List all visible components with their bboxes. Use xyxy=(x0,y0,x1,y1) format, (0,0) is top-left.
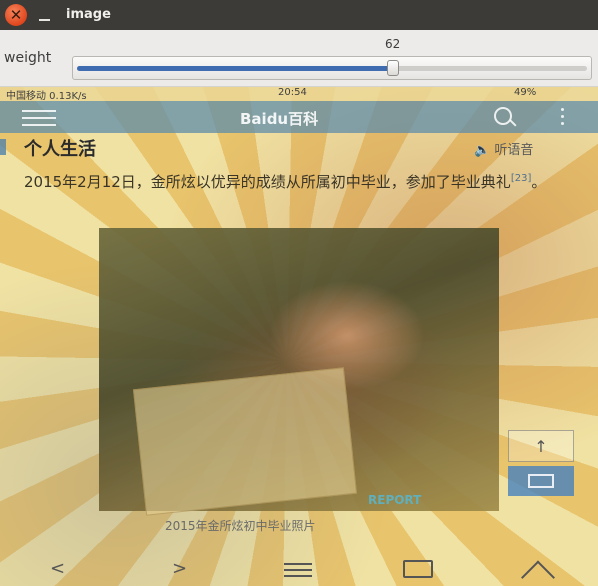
minimize-icon xyxy=(38,19,50,21)
forward-icon: > xyxy=(172,558,188,579)
hamburger-menu-icon xyxy=(22,110,56,131)
window-titlebar: ✕ image xyxy=(0,0,598,30)
paragraph-text: 2015年2月12日，金所炫以优异的成绩从所属初中毕业，参加了毕业典礼 xyxy=(24,173,511,191)
slider-fill xyxy=(77,66,394,71)
more-vertical-icon xyxy=(561,108,565,129)
trackbar-value: 62 xyxy=(385,37,401,51)
phone-statusbar: 中国移动 0.13K/s 20:54 49% xyxy=(0,87,598,102)
section-marker xyxy=(0,139,6,155)
weight-slider[interactable] xyxy=(72,56,592,80)
audio-link: 🔈 听语音 xyxy=(474,143,534,158)
trackbar-panel: weight 62 xyxy=(0,30,598,87)
audio-link-label: 听语音 xyxy=(494,143,534,158)
menu-icon xyxy=(284,563,312,581)
close-button[interactable]: ✕ xyxy=(5,4,27,26)
status-battery: 49% xyxy=(514,87,537,98)
section-title: 个人生活 xyxy=(24,139,96,160)
paragraph-end: 。 xyxy=(531,173,547,191)
search-icon xyxy=(494,107,512,125)
image-view: 中国移动 0.13K/s 20:54 49% Baidu百科 个人生活 🔈 听语… xyxy=(0,87,598,586)
home-icon xyxy=(524,555,554,579)
photo-caption: 2015年金所炫初中毕业照片 xyxy=(165,519,316,533)
status-time: 20:54 xyxy=(278,87,307,98)
trackbar-label: weight xyxy=(4,50,52,66)
close-icon: ✕ xyxy=(9,5,23,24)
slider-thumb[interactable] xyxy=(387,60,400,76)
back-icon: < xyxy=(50,558,66,579)
tabs-icon xyxy=(403,560,433,578)
graduation-photo xyxy=(99,228,499,516)
reference-link: [23] xyxy=(510,173,532,184)
brand-logo: Baidu百科 xyxy=(240,110,319,128)
window-title: image xyxy=(66,7,111,22)
browser-navbar: < > xyxy=(0,555,598,586)
minimize-button[interactable] xyxy=(33,4,55,26)
article-paragraph: 2015年2月12日，金所炫以优异的成绩从所属初中毕业，参加了毕业典礼[23]。 xyxy=(24,167,564,194)
slider-groove[interactable] xyxy=(77,60,587,76)
scroll-top-icon: ↑ xyxy=(508,430,574,462)
report-watermark: REPORT xyxy=(368,493,422,507)
fullscreen-icon xyxy=(508,466,574,496)
status-carrier: 中国移动 0.13K/s xyxy=(6,91,87,102)
app-header: Baidu百科 xyxy=(0,101,598,133)
diploma-certificate xyxy=(132,367,358,516)
